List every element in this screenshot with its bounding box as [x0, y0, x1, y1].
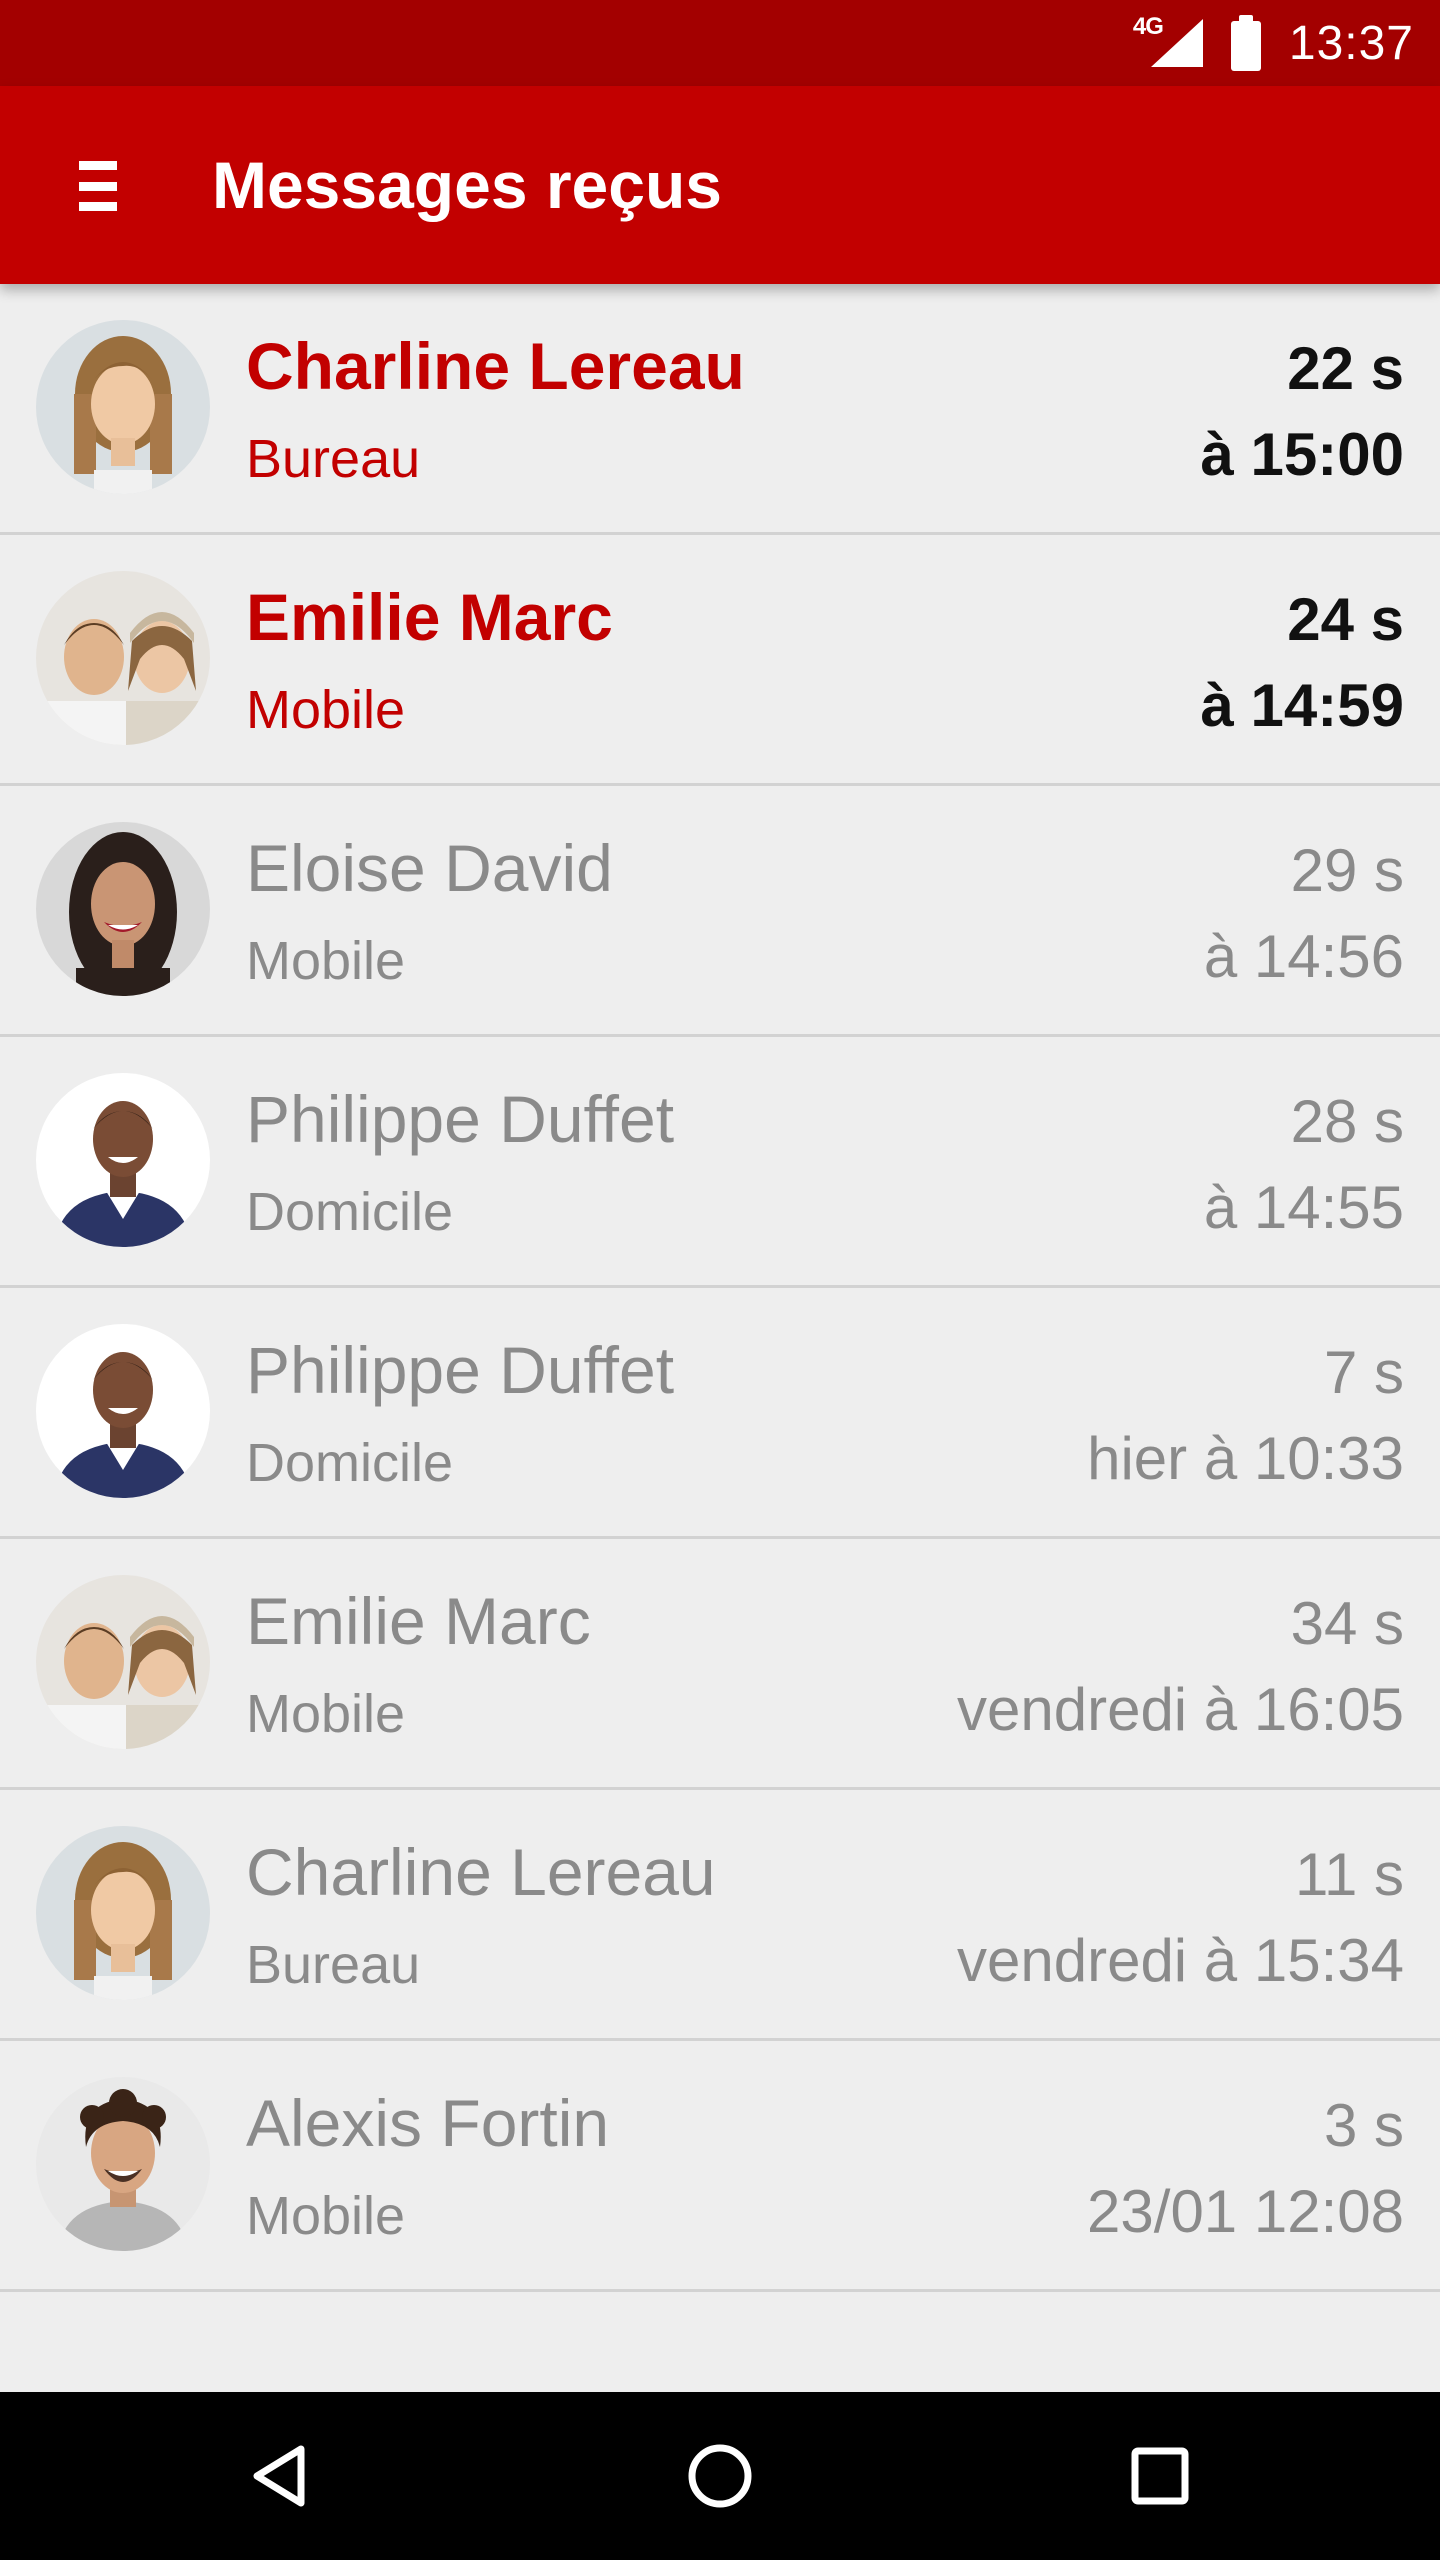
message-time: à 14:56 — [1203, 923, 1404, 990]
contact-name: Alexis Fortin — [246, 2086, 610, 2160]
message-row[interactable]: Philippe Duffet Domicile 7 s hier à 10:3… — [0, 1288, 1440, 1539]
message-duration: 7 s — [1323, 1339, 1404, 1406]
avatar — [36, 1073, 210, 1247]
contact-name: Charline Lereau — [246, 1835, 716, 1909]
contact-name: Eloise David — [246, 831, 613, 905]
phone-type: Domicile — [246, 1182, 454, 1242]
contact-name: Philippe Duffet — [246, 1333, 675, 1407]
avatar — [36, 320, 210, 494]
contact-name: Emilie Marc — [246, 1584, 591, 1658]
hamburger-menu-icon — [79, 161, 117, 211]
contact-name: Charline Lereau — [246, 329, 745, 403]
navigation-bar — [0, 2392, 1440, 2560]
message-duration: 34 s — [1290, 1590, 1404, 1657]
avatar — [36, 2077, 210, 2251]
message-duration: 28 s — [1290, 1088, 1404, 1155]
message-time: à 15:00 — [1200, 421, 1405, 488]
phone-type: Bureau — [246, 429, 421, 489]
home-circle-icon — [688, 2444, 752, 2508]
message-duration: 11 s — [1295, 1841, 1404, 1908]
message-time: 23/01 12:08 — [1087, 2178, 1404, 2245]
phone-type: Mobile — [246, 1684, 406, 1744]
contact-name: Philippe Duffet — [246, 1082, 675, 1156]
back-triangle-icon — [253, 2445, 305, 2507]
message-time: vendredi à 15:34 — [956, 1927, 1404, 1994]
status-icons: 4G 13:37 — [1133, 0, 1414, 86]
menu-button[interactable] — [48, 136, 148, 236]
phone-type: Domicile — [246, 1433, 454, 1493]
message-row[interactable]: Alexis Fortin Mobile 3 s 23/01 12:08 — [0, 2041, 1440, 2292]
message-list: Charline Lereau Bureau 22 s à 15:00 Emil… — [0, 284, 1440, 2292]
phone-type: Mobile — [246, 680, 406, 740]
message-duration: 3 s — [1323, 2092, 1404, 2159]
recents-square-icon — [1131, 2447, 1189, 2505]
avatar — [36, 571, 210, 745]
cell-signal-icon: 4G — [1133, 13, 1203, 71]
avatar — [36, 1826, 210, 2000]
battery-icon — [1230, 15, 1261, 71]
status-clock: 13:37 — [1288, 16, 1414, 70]
status-bar: 4G 13:37 — [0, 0, 1440, 86]
avatar — [36, 822, 210, 996]
message-row[interactable]: Philippe Duffet Domicile 28 s à 14:55 — [0, 1037, 1440, 1288]
contact-name: Emilie Marc — [246, 580, 613, 654]
phone-type: Mobile — [246, 2186, 406, 2246]
page-title: Messages reçus — [212, 148, 722, 222]
message-row[interactable]: Charline Lereau Bureau 22 s à 15:00 — [0, 284, 1440, 535]
message-row[interactable]: Charline Lereau Bureau 11 s vendredi à 1… — [0, 1790, 1440, 2041]
phone-type: Bureau — [246, 1935, 421, 1995]
message-duration: 29 s — [1290, 837, 1404, 904]
message-row[interactable]: Emilie Marc Mobile 24 s à 14:59 — [0, 535, 1440, 786]
home-button[interactable] — [670, 2426, 770, 2526]
app-bar: Messages reçus — [0, 86, 1440, 284]
message-time: hier à 10:33 — [1087, 1425, 1404, 1492]
back-button[interactable] — [230, 2426, 330, 2526]
avatar — [36, 1324, 210, 1498]
message-duration: 22 s — [1287, 335, 1404, 402]
recents-button[interactable] — [1110, 2426, 1210, 2526]
phone-type: Mobile — [246, 931, 406, 991]
avatar — [36, 1575, 210, 1749]
message-time: à 14:55 — [1203, 1174, 1404, 1241]
message-time: à 14:59 — [1200, 672, 1405, 739]
message-duration: 24 s — [1287, 586, 1404, 653]
message-row[interactable]: Eloise David Mobile 29 s à 14:56 — [0, 786, 1440, 1037]
message-time: vendredi à 16:05 — [956, 1676, 1404, 1743]
message-row[interactable]: Emilie Marc Mobile 34 s vendredi à 16:05 — [0, 1539, 1440, 1790]
